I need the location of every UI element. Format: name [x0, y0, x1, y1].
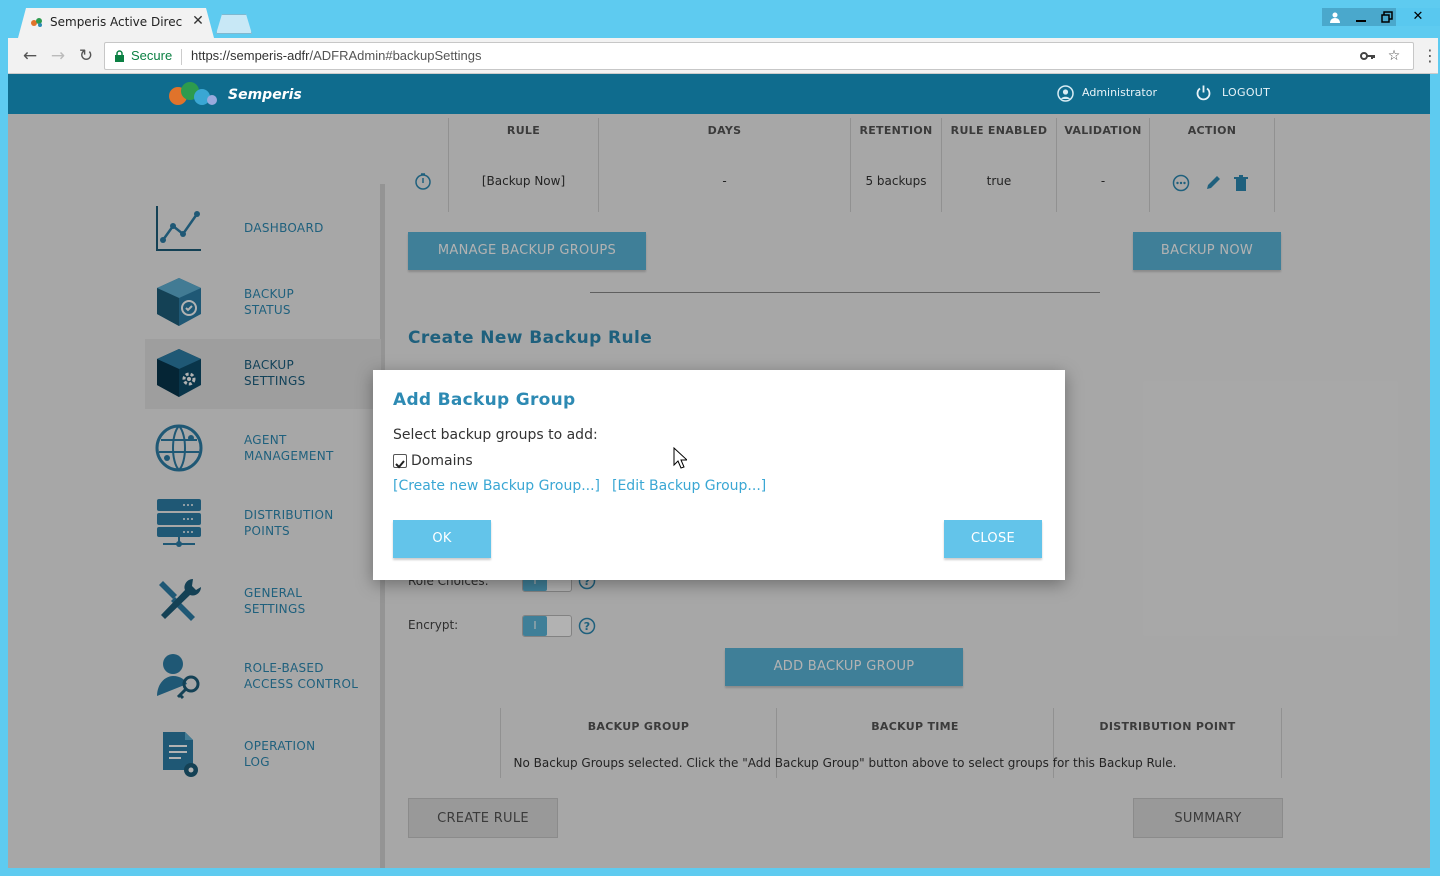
username-label[interactable]: Administrator	[1082, 86, 1157, 99]
url-path: /ADFRAdmin#backupSettings	[309, 48, 482, 63]
dialog-title: Add Backup Group	[393, 390, 576, 410]
tab-title: Semperis Active Directory	[50, 15, 182, 29]
secure-label: Secure	[131, 48, 173, 63]
mouse-cursor-icon	[673, 447, 687, 469]
tab-strip: Semperis Active Directory ✕ ✕	[0, 0, 1440, 38]
key-icon[interactable]	[1359, 47, 1377, 65]
power-icon[interactable]	[1195, 84, 1212, 101]
close-window-icon[interactable]: ✕	[1396, 8, 1440, 26]
url-text[interactable]: https://semperis-adfr/ADFRAdmin#backupSe…	[191, 48, 481, 63]
domains-checkbox[interactable]	[393, 454, 407, 469]
lock-icon	[115, 50, 124, 62]
semperis-logo-icon	[169, 82, 217, 105]
checkmark-icon	[395, 460, 405, 469]
domains-checkbox-label[interactable]: Domains	[411, 453, 473, 469]
brand-name: Semperis	[228, 87, 302, 103]
profile-icon[interactable]	[1322, 8, 1348, 26]
edit-backup-group-link[interactable]: [Edit Backup Group...]	[612, 478, 766, 494]
semperis-favicon-icon	[30, 16, 44, 28]
minimize-icon[interactable]	[1348, 8, 1374, 26]
add-backup-group-dialog: Add Backup Group Select backup groups to…	[373, 370, 1065, 580]
bookmark-star-icon[interactable]: ☆	[1385, 47, 1403, 65]
ok-button[interactable]: OK	[393, 520, 491, 558]
back-arrow-icon[interactable]: ←	[20, 46, 40, 66]
browser-menu-icon[interactable]: ⋮	[1422, 47, 1438, 65]
tab-close-icon[interactable]: ✕	[190, 13, 206, 29]
address-separator	[181, 49, 182, 65]
close-button[interactable]: CLOSE	[944, 520, 1042, 558]
logout-link[interactable]: LOGOUT	[1222, 86, 1270, 99]
dialog-subtitle: Select backup groups to add:	[393, 427, 598, 443]
browser-tab[interactable]: Semperis Active Directory ✕	[18, 8, 214, 38]
new-tab-button[interactable]	[216, 14, 252, 34]
create-backup-group-link[interactable]: [Create new Backup Group...]	[393, 478, 600, 494]
app-header: Semperis Administrator LOGOUT	[8, 74, 1430, 114]
reload-icon[interactable]: ↻	[76, 46, 96, 66]
address-bar[interactable]: Secure https://semperis-adfr/ADFRAdmin#b…	[104, 42, 1414, 70]
user-avatar-icon	[1057, 85, 1074, 102]
forward-arrow-icon[interactable]: →	[48, 46, 68, 66]
browser-window: Semperis Active Directory ✕ ✕ ← → ↻ Secu…	[0, 0, 1440, 876]
url-host: https://semperis-adfr	[191, 48, 310, 63]
browser-toolbar: ← → ↻ Secure https://semperis-adfr/ADFRA…	[8, 38, 1438, 74]
